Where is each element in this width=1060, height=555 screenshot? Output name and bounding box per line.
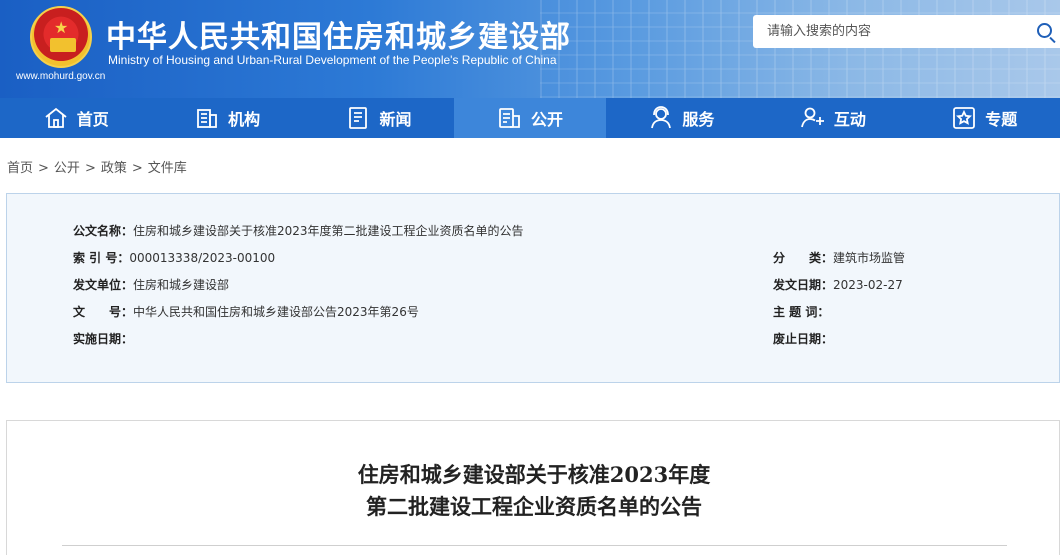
meta-category-value: 建筑市场监管 <box>833 251 906 265</box>
nav-label: 首页 <box>76 110 109 129</box>
national-emblem-icon[interactable]: ★ <box>30 6 92 68</box>
main-nav: 首页 机构 新闻 公开 服务 互动 专题 <box>0 98 1060 138</box>
search-input[interactable] <box>753 15 1023 48</box>
breadcrumb-library[interactable]: 文件库 <box>148 161 187 176</box>
emblem-gate-icon <box>50 38 76 52</box>
nav-label: 公开 <box>530 110 563 129</box>
site-header: ★ www.mohurd.gov.cn 中华人民共和国住房和城乡建设部 Mini… <box>0 0 1060 98</box>
search-box <box>753 15 1060 48</box>
nav-label: 机构 <box>228 110 261 129</box>
breadcrumb-separator: > <box>131 161 143 176</box>
nav-label: 互动 <box>833 110 866 129</box>
star-icon <box>953 107 976 129</box>
title-divider <box>62 545 1007 546</box>
meta-index-row: 索 引 号：000013338/2023-00100 <box>73 249 275 266</box>
news-icon <box>348 107 367 129</box>
building-icon <box>197 109 218 128</box>
meta-docno-value: 中华人民共和国住房和城乡建设部公告2023年第26号 <box>133 305 419 319</box>
meta-category-label: 分 类： <box>773 251 834 265</box>
site-url: www.mohurd.gov.cn <box>16 71 106 82</box>
service-person-icon <box>651 106 672 129</box>
breadcrumb-public[interactable]: 公开 <box>54 161 80 176</box>
search-icon[interactable] <box>1037 23 1052 38</box>
meta-docno-row: 文 号：中华人民共和国住房和城乡建设部公告2023年第26号 <box>73 303 419 320</box>
meta-issuer-label: 发文单位： <box>73 278 134 292</box>
document-title-line1: 住房和城乡建设部关于核准2023年度 <box>357 462 711 487</box>
nav-item-public[interactable]: 公开 <box>454 98 606 138</box>
nav-item-interaction[interactable]: 互动 <box>757 98 908 138</box>
nav-item-organization[interactable]: 机构 <box>151 98 302 138</box>
breadcrumb-policy[interactable]: 政策 <box>101 161 127 176</box>
nav-item-home[interactable]: 首页 <box>0 98 151 138</box>
home-icon <box>45 107 67 128</box>
emblem-star-icon: ★ <box>54 18 69 37</box>
meta-date-label: 发文日期： <box>773 278 834 292</box>
meta-expire-label: 废止日期： <box>773 332 834 346</box>
breadcrumb: 首页 > 公开 > 政策 > 文件库 <box>7 157 187 176</box>
nav-label: 专题 <box>985 110 1018 129</box>
document-metadata-panel: 公文名称：住房和城乡建设部关于核准2023年度第二批建设工程企业资质名单的公告 … <box>6 193 1060 383</box>
document-icon <box>499 108 520 128</box>
breadcrumb-separator: > <box>38 161 49 176</box>
meta-issuer-value: 住房和城乡建设部 <box>133 278 230 292</box>
meta-effective-label: 实施日期： <box>73 332 134 346</box>
meta-title-label: 公文名称： <box>73 224 134 238</box>
nav-item-news[interactable]: 新闻 <box>303 98 454 138</box>
document-body: 住房和城乡建设部关于核准2023年度 第二批建设工程企业资质名单的公告 <box>6 420 1060 555</box>
meta-docno-label: 文 号： <box>73 305 134 319</box>
meta-issuer-row: 发文单位：住房和城乡建设部 <box>73 276 229 293</box>
meta-date-row: 发文日期：2023-02-27 <box>773 276 903 293</box>
nav-label: 新闻 <box>379 110 412 129</box>
meta-date-value: 2023-02-27 <box>833 278 903 292</box>
nav-item-topics[interactable]: 专题 <box>909 98 1060 138</box>
meta-effective-row: 实施日期： <box>73 330 133 347</box>
meta-expire-row: 废止日期： <box>773 330 833 347</box>
meta-category-row: 分 类：建筑市场监管 <box>773 249 905 266</box>
nav-item-service[interactable]: 服务 <box>606 98 757 138</box>
interaction-icon <box>800 107 824 128</box>
meta-index-label: 索 引 号： <box>73 251 130 265</box>
document-title-line2: 第二批建设工程企业资质名单的公告 <box>366 494 702 519</box>
nav-label: 服务 <box>682 110 715 129</box>
site-title-cn[interactable]: 中华人民共和国住房和城乡建设部 <box>106 12 571 56</box>
meta-title-value: 住房和城乡建设部关于核准2023年度第二批建设工程企业资质名单的公告 <box>133 224 524 238</box>
meta-subject-label: 主 题 词： <box>773 305 830 319</box>
meta-subject-row: 主 题 词： <box>773 303 829 320</box>
breadcrumb-home[interactable]: 首页 <box>7 161 33 176</box>
meta-title-row: 公文名称：住房和城乡建设部关于核准2023年度第二批建设工程企业资质名单的公告 <box>73 222 524 239</box>
meta-index-value: 000013338/2023-00100 <box>129 251 276 265</box>
site-title-en: Ministry of Housing and Urban-Rural Deve… <box>108 53 557 67</box>
breadcrumb-separator: > <box>84 161 96 176</box>
